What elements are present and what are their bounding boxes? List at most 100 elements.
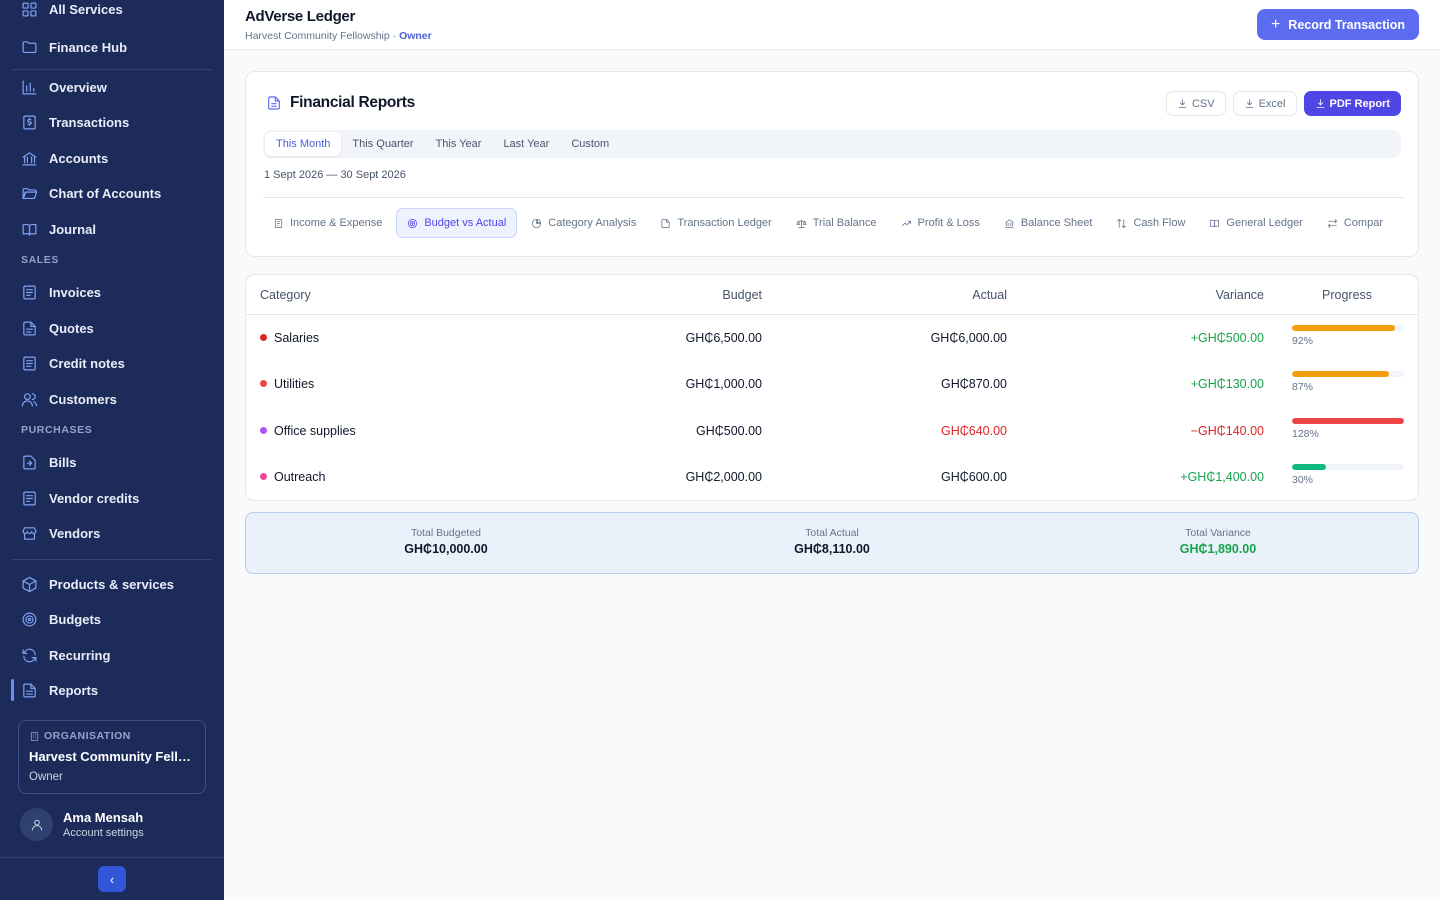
table-row[interactable]: Office supplies GH₵500.00 GH₵640.00 −GH₵140…: [246, 408, 1418, 454]
app-title: AdVerse Ledger: [245, 8, 356, 25]
col-progress: Progress: [1322, 288, 1373, 302]
tab-label: Trial Balance: [812, 217, 877, 229]
nav-customers[interactable]: Customers: [12, 384, 212, 414]
folder-icon: [20, 38, 38, 56]
report-icon: [20, 681, 38, 699]
nav-transactions[interactable]: Transactions: [12, 107, 212, 137]
nav-label: Customers: [49, 391, 117, 407]
trend-icon: [901, 220, 911, 226]
category-name: Utilities: [274, 377, 315, 391]
table-row[interactable]: Outreach GH₵2,000.00 GH₵600.00 +GH₵1,400.00…: [246, 454, 1418, 500]
download-icon: [1316, 99, 1324, 109]
tab-label: Balance Sheet: [1020, 217, 1093, 229]
nav-chart-of-accounts[interactable]: Chart of Accounts: [12, 178, 212, 208]
budget-cell: GH₵1,000.00: [685, 377, 762, 391]
document-icon: [661, 218, 670, 228]
category-cell: Utilities: [260, 377, 314, 391]
date-range: 1 Sept 2026 — 30 Sept 2026: [264, 169, 406, 181]
nav-vendors[interactable]: Vendors: [12, 518, 212, 548]
organisation-label-row: ORGANISATION: [29, 730, 195, 742]
record-transaction-button[interactable]: + Record Transaction: [1256, 9, 1419, 40]
nav-credit-notes[interactable]: Credit notes: [12, 348, 212, 378]
nav-journal[interactable]: Journal: [12, 214, 212, 244]
app-subtitle: Harvest Community Fellowship · Owner: [245, 30, 432, 42]
nav-label: Journal: [49, 221, 96, 237]
account-settings-link[interactable]: Account settings: [63, 827, 144, 839]
budget-cell: GH₵6,500.00: [685, 331, 762, 345]
progress-cell: 128%: [1292, 418, 1404, 440]
user-role: Owner: [399, 30, 432, 42]
period-this-quarter[interactable]: This Quarter: [341, 132, 424, 156]
tab-income-expense[interactable]: Income & Expense: [263, 208, 392, 238]
sidebar-divider: [12, 559, 212, 560]
tab-label: Cash Flow: [1133, 217, 1186, 229]
tab-cash-flow[interactable]: Cash Flow: [1106, 208, 1195, 238]
bill-icon: [20, 453, 38, 471]
tab-comparison[interactable]: Compar: [1317, 208, 1393, 238]
category-name: Office supplies: [274, 424, 356, 438]
nav-recurring[interactable]: Recurring: [12, 640, 212, 670]
progress-label: 128%: [1292, 428, 1319, 440]
table-row[interactable]: Utilities GH₵1,000.00 GH₵870.00 +GH₵130.00 8…: [246, 361, 1418, 407]
export-excel-button[interactable]: Excel: [1232, 91, 1297, 116]
progress-bar-fill: [1292, 418, 1404, 424]
nav-products-services[interactable]: Products & services: [12, 569, 212, 599]
period-this-month[interactable]: This Month: [265, 132, 342, 156]
category-cell: Salaries: [260, 331, 319, 345]
nav-label: Accounts: [49, 150, 109, 166]
tab-budget-vs-actual[interactable]: Budget vs Actual: [396, 208, 518, 238]
category-cell: Office supplies: [260, 424, 356, 438]
pie-chart-icon: [532, 218, 542, 228]
tab-label: General Ledger: [1226, 217, 1303, 229]
table-row[interactable]: Salaries GH₵6,500.00 GH₵6,000.00 +GH₵500.00…: [246, 315, 1418, 361]
document-icon: [20, 319, 38, 337]
period-last-year[interactable]: Last Year: [492, 132, 560, 156]
budget-cell: GH₵2,000.00: [685, 470, 762, 484]
store-icon: [20, 524, 38, 542]
nav-accounts[interactable]: Accounts: [12, 143, 212, 173]
total-budgeted: Total Budgeted GH₵10,000.00: [336, 527, 556, 556]
organisation-card[interactable]: ORGANISATION Harvest Community Fello... …: [18, 720, 206, 794]
tab-profit-loss[interactable]: Profit & Loss: [891, 208, 990, 238]
nav-bills[interactable]: Bills: [12, 447, 212, 477]
record-transaction-label: Record Transaction: [1288, 17, 1405, 32]
nav-invoices[interactable]: Invoices: [12, 277, 212, 307]
total-variance-value: GH₵1,890.00: [1179, 542, 1257, 556]
arrows-updown-icon: [1117, 218, 1127, 228]
tab-category-analysis[interactable]: Category Analysis: [521, 208, 646, 238]
total-budgeted-value: GH₵10,000.00: [404, 542, 488, 556]
nav-overview[interactable]: Overview: [12, 72, 212, 102]
progress-cell: 92%: [1292, 325, 1404, 347]
reports-title-text: Financial Reports: [290, 94, 415, 111]
nav-budgets[interactable]: Budgets: [12, 604, 212, 634]
tab-general-ledger[interactable]: General Ledger: [1199, 208, 1312, 238]
period-custom[interactable]: Custom: [560, 132, 620, 156]
tab-balance-sheet[interactable]: Balance Sheet: [994, 208, 1103, 238]
nav-label: Chart of Accounts: [49, 185, 162, 201]
category-color-dot: [260, 427, 267, 434]
user-account[interactable]: Ama Mensah Account settings: [20, 808, 144, 841]
nav-vendor-credits[interactable]: Vendor credits: [12, 483, 212, 513]
nav-all-services[interactable]: All Services: [12, 0, 212, 24]
tab-transaction-ledger[interactable]: Transaction Ledger: [650, 208, 781, 238]
progress-track: [1292, 371, 1404, 377]
sidebar-divider: [0, 857, 224, 858]
tab-label: Budget vs Actual: [424, 217, 507, 229]
collapse-sidebar-button[interactable]: ‹: [98, 866, 126, 892]
category-name: Salaries: [274, 331, 320, 345]
budget-vs-actual-table: Category Budget Actual Variance Progress…: [245, 274, 1419, 501]
actual-cell: GH₵6,000.00: [930, 331, 1007, 345]
folder-open-icon: [20, 184, 38, 202]
category-color-dot: [260, 380, 267, 387]
nav-quotes[interactable]: Quotes: [12, 313, 212, 343]
export-pdf-button[interactable]: PDF Report: [1303, 91, 1401, 116]
col-variance: Variance: [1215, 288, 1264, 302]
tab-trial-balance[interactable]: Trial Balance: [786, 208, 887, 238]
nav-reports[interactable]: Reports: [11, 675, 212, 705]
sidebar-divider: [12, 69, 212, 70]
nav-finance-hub[interactable]: Finance Hub: [12, 32, 212, 62]
nav-label: Quotes: [49, 320, 94, 336]
nav-label: Recurring: [49, 647, 111, 663]
export-csv-button[interactable]: CSV: [1165, 91, 1226, 116]
period-this-year[interactable]: This Year: [425, 132, 493, 156]
